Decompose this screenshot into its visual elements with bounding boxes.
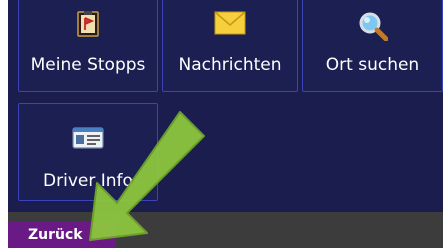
meine-stopps-button[interactable]: Meine Stopps <box>18 0 158 92</box>
tile-label: Driver Info <box>43 171 133 191</box>
magnifier-icon <box>358 11 388 45</box>
driver-info-button[interactable]: Driver Info <box>18 103 158 201</box>
tile-label: Meine Stopps <box>30 55 146 75</box>
tile-label: Ort suchen <box>325 55 420 75</box>
ort-suchen-button[interactable]: Ort suchen <box>302 0 443 92</box>
back-button[interactable]: Zurück <box>8 222 116 248</box>
main-menu-screen: Meine Stopps Nachrichten Ort suchen Driv… <box>8 0 443 248</box>
id-card-icon <box>72 127 104 153</box>
envelope-icon <box>214 11 246 39</box>
nachrichten-button[interactable]: Nachrichten <box>162 0 298 92</box>
tile-label: Nachrichten <box>178 55 282 75</box>
clipboard-stop-icon <box>77 11 99 41</box>
